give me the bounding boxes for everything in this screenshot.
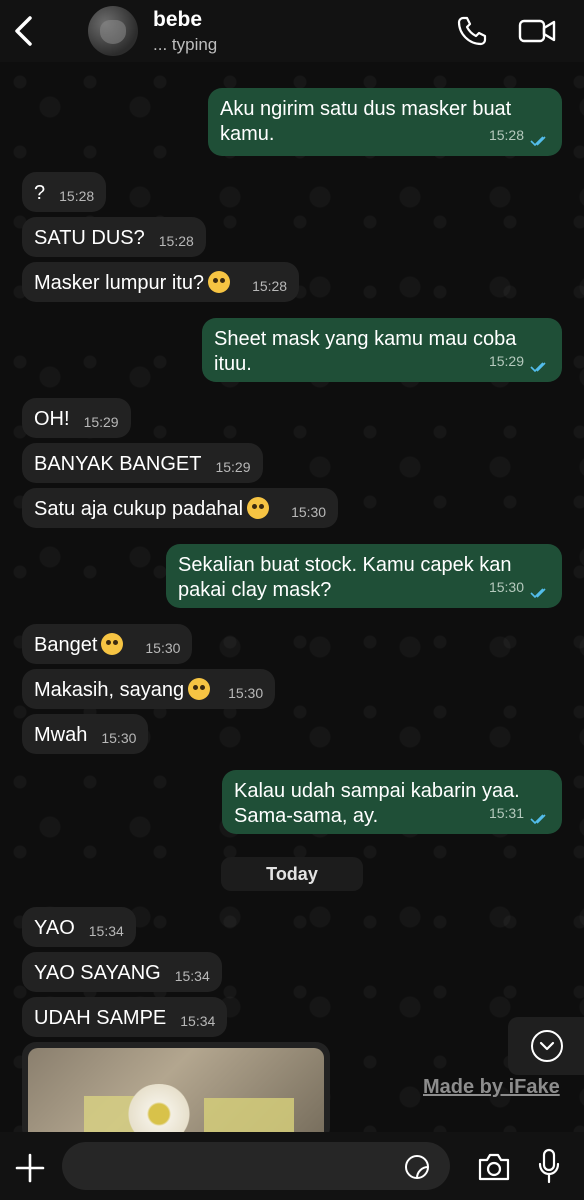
kissing-face-emoji-icon	[188, 678, 211, 700]
message-bubble-outgoing[interactable]: Sheet mask yang kamu mau coba ituu. 15:2…	[202, 318, 562, 382]
chat-header: bebe ... typing	[0, 0, 584, 62]
avatar[interactable]	[88, 6, 138, 56]
message-time: 15:29	[215, 459, 251, 475]
message-bubble-incoming[interactable]: YAO SAYANG 15:34	[22, 952, 222, 992]
message-bubble-incoming[interactable]: OH! 15:29	[22, 398, 131, 438]
pleading-face-emoji-icon	[208, 271, 231, 293]
message-time: 15:29	[83, 414, 119, 430]
message-bubble-incoming[interactable]: BANYAK BANGET 15:29	[22, 443, 263, 483]
message-bubble-incoming[interactable]: Satu aja cukup padahal 15:30	[22, 488, 339, 528]
message-text-line: Aku ngirim satu dus masker buat	[220, 98, 512, 120]
microphone-icon[interactable]	[538, 1148, 560, 1184]
message-time: 15:34	[174, 968, 210, 984]
double-check-icon	[530, 814, 546, 825]
chevron-down-circle-icon	[531, 1030, 563, 1062]
message-text: ?	[34, 182, 46, 204]
message-text: SATU DUS?	[34, 227, 145, 249]
watermark-link[interactable]: Made by iFake	[423, 1076, 560, 1099]
message-text: Mwah	[34, 724, 88, 746]
message-time: 15:30	[228, 685, 264, 701]
message-bubble-incoming[interactable]: Banget 15:30	[22, 624, 193, 664]
message-text: Masker lumpur itu?	[34, 272, 205, 294]
photo-image[interactable]	[28, 1048, 324, 1142]
message-bubble-outgoing[interactable]: Sekalian buat stock. Kamu capek kan paka…	[166, 544, 562, 608]
message-text: OH!	[34, 408, 70, 430]
message-time: 15:28	[488, 127, 524, 143]
message-time: 15:28	[158, 233, 194, 249]
scroll-to-bottom-button[interactable]	[508, 1017, 584, 1075]
message-input[interactable]	[62, 1142, 450, 1190]
message-bubble-incoming[interactable]: Masker lumpur itu? 15:28	[22, 262, 300, 302]
date-separator: Today	[221, 857, 363, 891]
message-time: 15:30	[291, 504, 327, 520]
message-bubble-incoming[interactable]: YAO 15:34	[22, 907, 136, 947]
plus-icon[interactable]	[14, 1152, 46, 1184]
chevron-left-icon[interactable]	[10, 14, 38, 48]
message-text: Banget	[34, 634, 98, 656]
double-check-icon	[530, 588, 546, 599]
message-text: BANYAK BANGET	[34, 453, 202, 475]
weary-face-emoji-icon	[247, 497, 270, 519]
message-bubble-incoming[interactable]: ? 15:28	[22, 172, 107, 212]
message-text: Satu aja cukup padahal	[34, 498, 244, 520]
message-time: 15:30	[488, 579, 524, 595]
message-text: YAO	[34, 917, 75, 939]
message-time: 15:30	[145, 640, 181, 656]
message-time: 15:29	[488, 353, 524, 369]
message-time: 15:28	[59, 188, 95, 204]
sticker-icon[interactable]	[404, 1154, 430, 1180]
message-bubble-incoming[interactable]: UDAH SAMPE 15:34	[22, 997, 228, 1037]
message-bubble-outgoing[interactable]: Aku ngirim satu dus masker buat kamu. 15…	[208, 88, 562, 156]
message-time: 15:34	[88, 923, 124, 939]
message-bubble-incoming[interactable]: SATU DUS? 15:28	[22, 217, 206, 257]
frowning-face-emoji-icon	[101, 633, 124, 655]
message-time: 15:31	[488, 805, 524, 821]
message-bubble-outgoing[interactable]: Kalau udah sampai kabarin yaa. Sama-sama…	[222, 770, 562, 834]
camera-icon[interactable]	[477, 1152, 511, 1182]
message-time: 15:30	[101, 730, 137, 746]
message-bubble-incoming[interactable]: Mwah 15:30	[22, 714, 149, 754]
contact-name[interactable]: bebe	[153, 8, 202, 32]
message-text: UDAH SAMPE	[34, 1007, 167, 1029]
message-text: Makasih, sayang	[34, 679, 185, 701]
message-text: YAO SAYANG	[34, 962, 161, 984]
video-camera-icon[interactable]	[518, 17, 556, 45]
message-bubble-incoming[interactable]: Makasih, sayang 15:30	[22, 669, 276, 709]
message-time: 15:28	[252, 278, 288, 294]
phone-icon[interactable]	[456, 15, 488, 47]
double-check-icon	[530, 136, 546, 147]
message-time: 15:34	[180, 1013, 216, 1029]
photo-message[interactable]	[22, 1042, 330, 1142]
contact-status: ... typing	[153, 35, 218, 54]
double-check-icon	[530, 362, 546, 373]
message-composer	[0, 1132, 584, 1200]
